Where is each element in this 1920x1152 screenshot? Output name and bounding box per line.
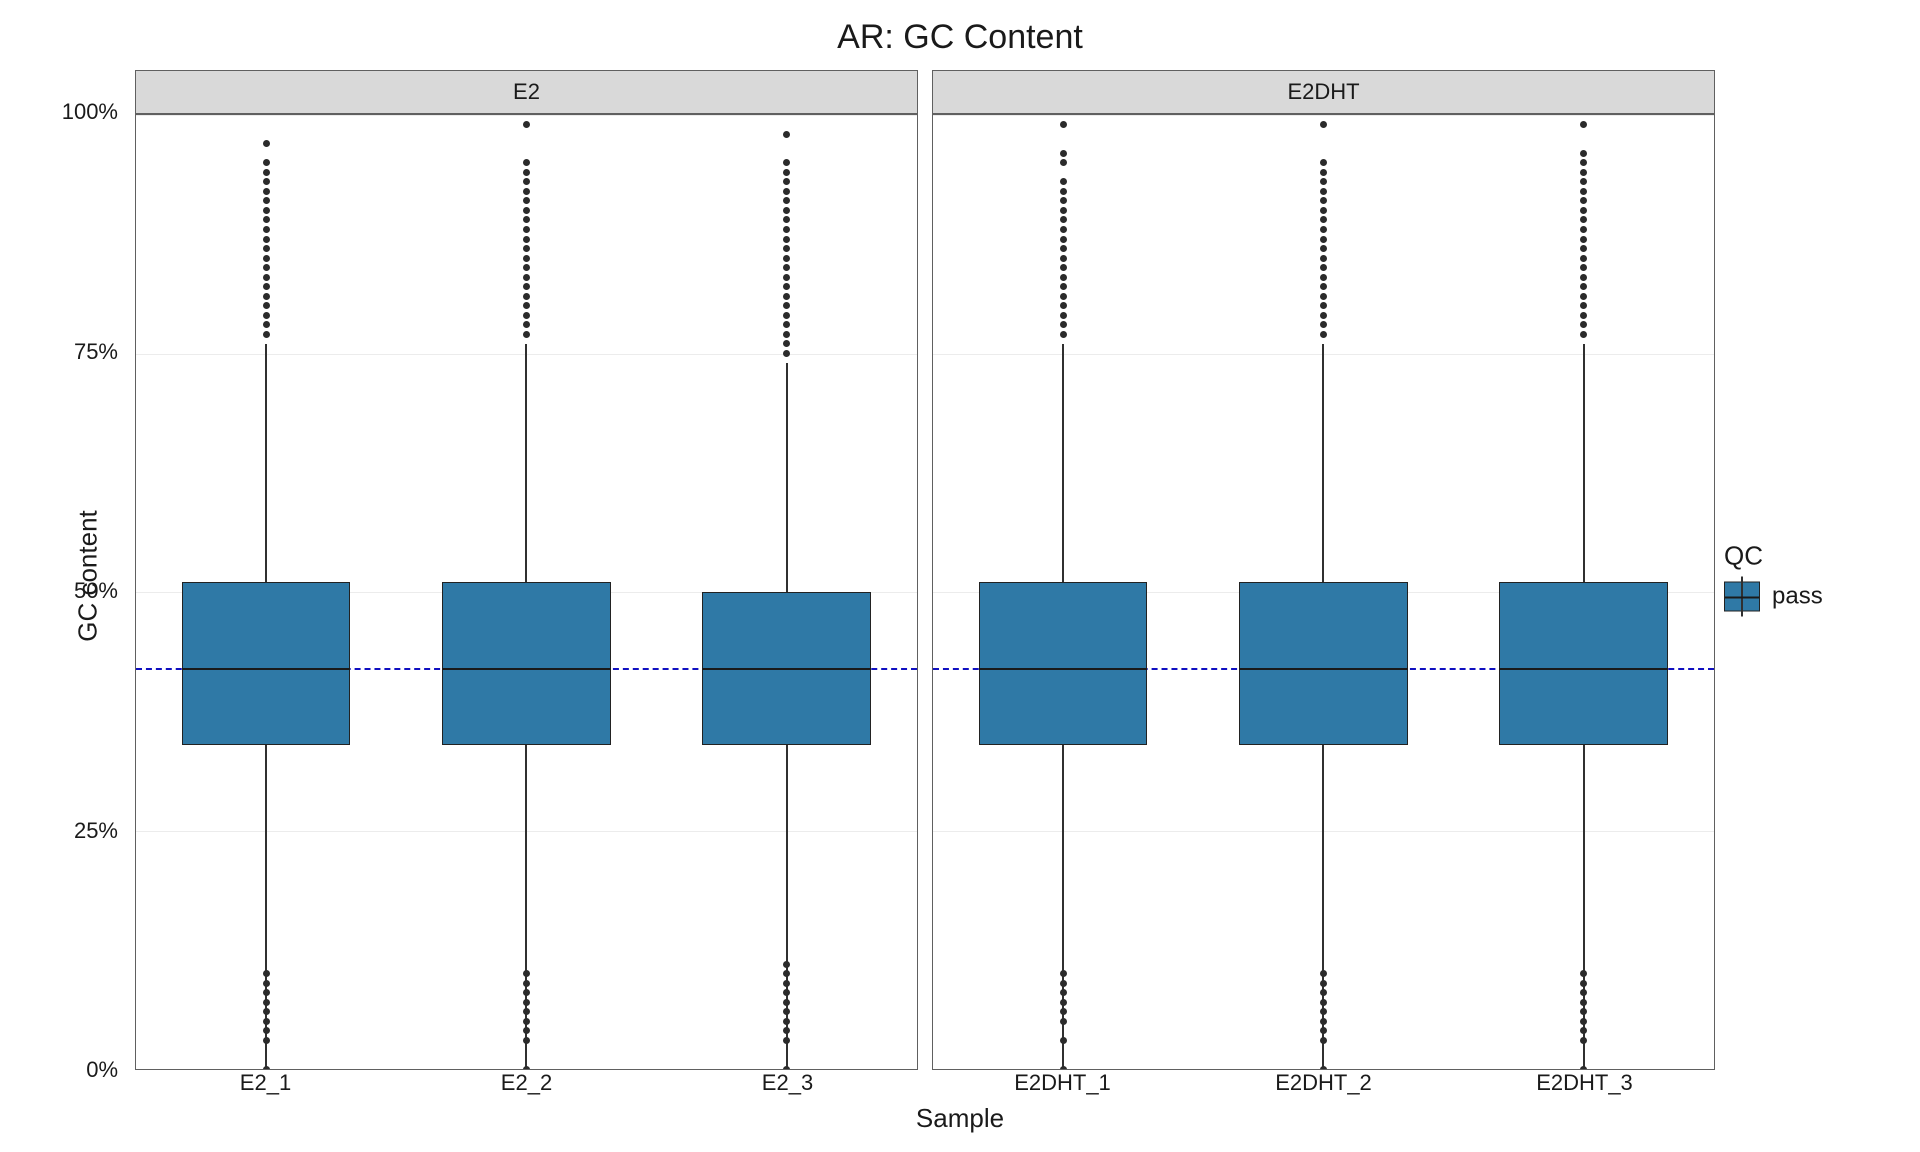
x-axis-ticks: E2_1 E2_2 E2_3 E2DHT_1 E2DHT_2 E2DHT_3: [135, 1070, 1715, 1098]
y-tick-label: 75%: [0, 339, 128, 365]
boxplot: [969, 115, 1156, 1069]
boxplot: [693, 115, 880, 1069]
x-tick-label: E2DHT_2: [1275, 1070, 1372, 1098]
facet-strip-label: E2DHT: [932, 70, 1715, 114]
facet-panel: [932, 114, 1715, 1070]
facet: E2: [135, 70, 918, 1070]
x-tick-label: E2DHT_3: [1536, 1070, 1633, 1098]
facet-x-ticks: E2_1 E2_2 E2_3: [135, 1070, 918, 1098]
plot-area: E2 E2DHT: [135, 70, 1715, 1070]
y-tick-label: 0%: [0, 1057, 128, 1083]
x-tick-label: E2_3: [762, 1070, 813, 1098]
y-tick-label: 25%: [0, 818, 128, 844]
facet-strip-label: E2: [135, 70, 918, 114]
x-tick-label: E2_1: [240, 1070, 291, 1098]
y-axis-ticks: 0%25%50%75%100%: [0, 112, 128, 1070]
x-tick-label: E2DHT_1: [1014, 1070, 1111, 1098]
boxplot: [1230, 115, 1417, 1069]
boxplot: [1490, 115, 1677, 1069]
legend-item-label: pass: [1772, 583, 1823, 611]
legend-key-icon: [1724, 582, 1760, 612]
chart-title: AR: GC Content: [0, 18, 1920, 57]
x-tick-label: E2_2: [501, 1070, 552, 1098]
boxplot: [172, 115, 359, 1069]
facet-panel: [135, 114, 918, 1070]
legend-item-pass: pass: [1724, 582, 1884, 612]
y-tick-label: 50%: [0, 578, 128, 604]
facet-x-ticks: E2DHT_1 E2DHT_2 E2DHT_3: [932, 1070, 1715, 1098]
legend-title: QC: [1724, 541, 1884, 572]
legend: QC pass: [1724, 541, 1884, 612]
x-axis-label: Sample: [0, 1103, 1920, 1134]
facet: E2DHT: [932, 70, 1715, 1070]
chart: AR: GC Content GC content Sample 0%25%50…: [0, 0, 1920, 1152]
boxplot: [433, 115, 620, 1069]
y-tick-label: 100%: [0, 99, 128, 125]
